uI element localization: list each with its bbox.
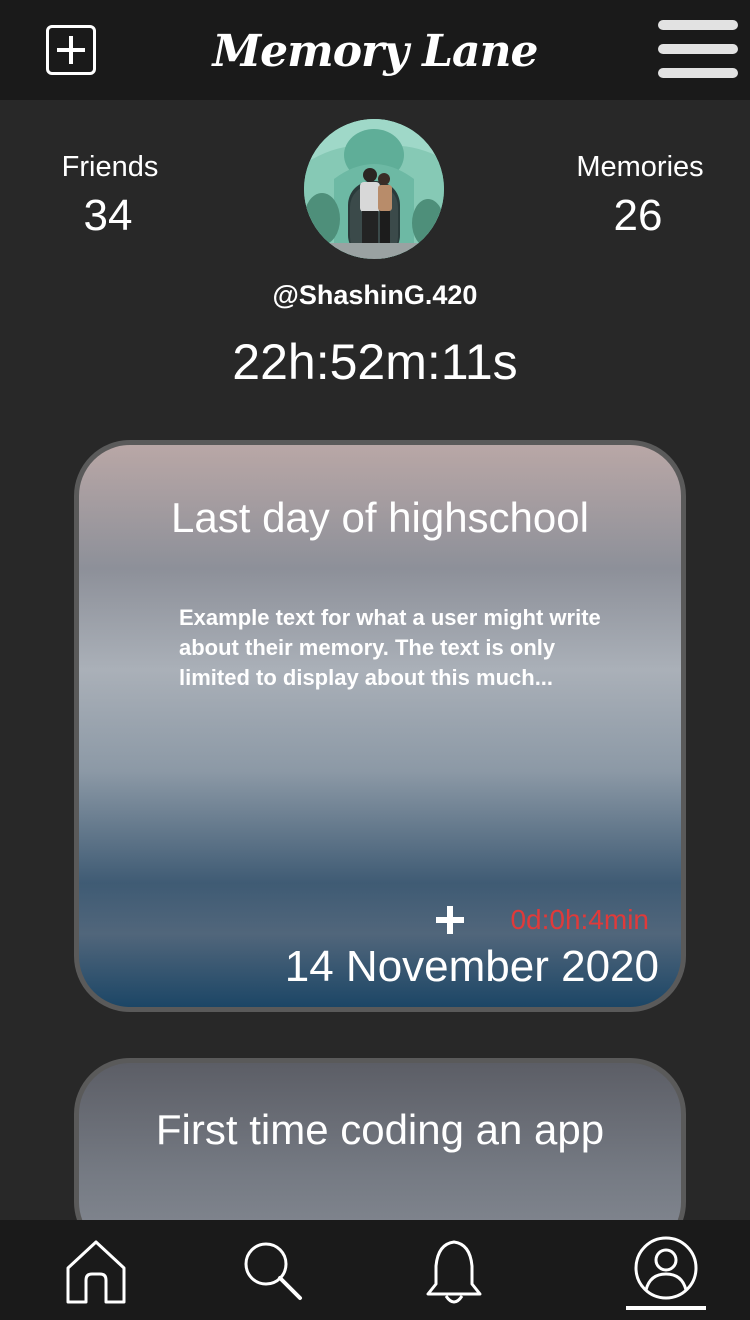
memory-card[interactable]: Last day of highschool Example text for … (74, 440, 686, 1012)
memory-title: Last day of highschool (171, 494, 589, 541)
countdown-timer: 22h:52m:11s (232, 334, 518, 390)
add-time-button[interactable] (433, 903, 467, 937)
menu-button[interactable] (656, 18, 738, 80)
plus-icon (436, 906, 464, 934)
hamburger-icon (658, 20, 738, 30)
memories-stat[interactable]: Memories 26 (550, 150, 730, 242)
memory-title: First time coding an app (155, 1106, 605, 1153)
nav-home[interactable] (56, 1232, 136, 1312)
nav-search[interactable] (234, 1232, 314, 1312)
memory-card[interactable]: First time coding an app (74, 1058, 686, 1220)
profile-icon (634, 1236, 698, 1300)
friends-label: Friends (61, 151, 159, 183)
search-icon (244, 1242, 302, 1300)
bottom-nav (0, 1220, 750, 1320)
nav-notifications[interactable] (414, 1232, 494, 1312)
nav-profile[interactable] (626, 1232, 706, 1312)
username: @ShashinG.420 (272, 280, 478, 310)
memory-duration: 0d:0h:4min (510, 904, 649, 935)
profile-feed[interactable]: Friends 34 Memories 26 @ShashinG.420 22h… (2, 100, 748, 1220)
memories-label: Memories (576, 151, 704, 183)
active-tab-indicator (626, 1306, 706, 1310)
avatar[interactable] (304, 119, 444, 259)
home-icon (66, 1240, 126, 1304)
friends-count: 34 (83, 191, 133, 240)
memories-count: 26 (613, 191, 663, 240)
bell-icon (426, 1240, 482, 1304)
friends-stat[interactable]: Friends 34 (20, 150, 200, 242)
app-title: Memory Lane (212, 26, 538, 77)
avatar-photo (304, 119, 444, 259)
app-header: Memory Lane (0, 0, 750, 100)
memory-description: Example text for what a user might write… (179, 605, 601, 690)
memory-date: 14 November 2020 (284, 942, 659, 991)
